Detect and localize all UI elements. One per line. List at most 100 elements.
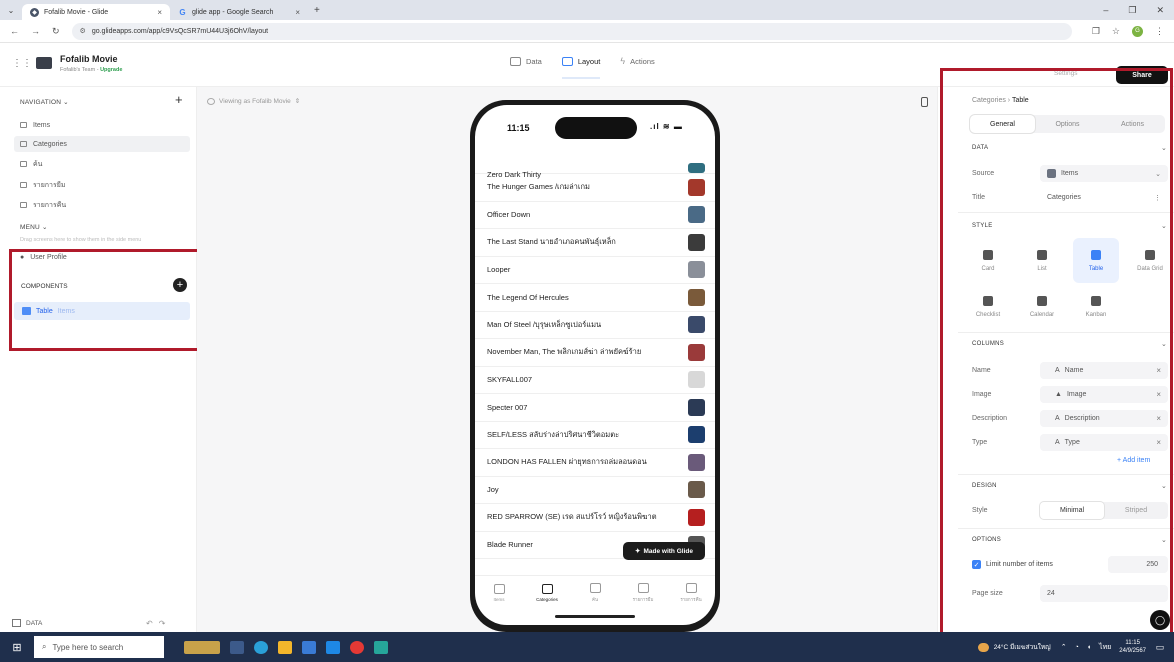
window-close-icon[interactable]: ✕ [1156,5,1164,16]
chrome-icon[interactable] [350,640,364,654]
restore-icon[interactable]: ❐ [1128,5,1136,16]
weather-widget[interactable]: 24°C มีเมฆส่วนใหญ่ [977,642,1051,652]
taskbar-search-input[interactable]: ⌕ Type here to search [34,636,164,658]
network-icon[interactable]: ◔ [1075,644,1079,651]
menu-title[interactable]: MENU ⌄ [20,223,48,231]
nav-icon [589,583,601,593]
made-with-glide-badge[interactable]: ✦ Made with Glide [623,542,705,560]
news-widget-icon[interactable] [184,640,220,654]
movie-title: Zero Dark Thirty [487,170,542,179]
tab-data[interactable]: Data [510,51,542,71]
url-input[interactable]: ⚙ go.glideapps.com/app/c9VsQcSR7mU44U3j6… [71,22,1072,40]
movie-thumbnail [688,206,705,224]
bottom-nav-item[interactable]: Items [475,576,523,610]
taskbar-clock[interactable]: 11:15 24/9/2567 [1119,639,1146,655]
navigation-title[interactable]: NAVIGATION ⌄ [20,98,69,106]
nav-icon [637,583,649,593]
browser-menu-icon[interactable]: ⋮ [1155,26,1164,37]
list-item[interactable]: SKYFALL007 [475,367,715,394]
extensions-icon[interactable]: ❐ [1092,26,1100,37]
windows-start-icon[interactable]: ⊞ [0,641,34,654]
list-icon [20,122,27,128]
reload-icon[interactable]: ↻ [52,26,60,37]
minimize-icon[interactable]: – [1103,5,1108,16]
list-item[interactable]: RED SPARROW (SE) เรด สแปร์โรว์ หญิงร้อนพ… [475,504,715,532]
tab-title: Fofalib Movie - Glide [44,8,109,16]
nav-item-items[interactable]: Items [14,117,190,133]
app-icon[interactable] [374,640,388,654]
app-name[interactable]: Fofalib Movie [60,54,118,64]
movie-thumbnail [688,178,705,196]
address-bar-row: ← → ↻ ⚙ go.glideapps.com/app/c9VsQcSR7mU… [0,20,1174,43]
chevron-up-icon[interactable]: ⌃ [1061,643,1067,651]
add-screen-icon[interactable]: + [175,92,183,107]
nav-item-categories[interactable]: Categories [14,136,190,152]
user-icon [207,97,215,105]
bottom-nav-label: Items [493,597,505,602]
browser-tab-google[interactable]: G glide app - Google Search × [170,4,308,20]
list-item[interactable]: November Man, The พลิกเกมส์ฆ่า ล่าพยัคฆ์… [475,339,715,367]
chevron-updown-icon: ⇕ [294,98,301,105]
bottom-nav-item[interactable]: Categories [523,576,571,610]
site-info-icon[interactable]: ⚙ [80,27,86,35]
nav-item-borrow[interactable]: รายการยืม [14,177,190,193]
store-icon[interactable] [302,640,316,654]
weather-icon [977,642,989,652]
list-item[interactable]: The Legend Of Hercules [475,284,715,312]
file-explorer-icon[interactable] [278,640,292,654]
list-item[interactable]: Joy [475,477,715,504]
bookmark-star-icon[interactable]: ☆ [1112,26,1120,37]
list-item[interactable]: LONDON HAS FALLEN ผ่ายุทธการถล่มลอนดอน [475,449,715,477]
list-item[interactable]: Officer Down [475,202,715,229]
viewing-as-selector[interactable]: Viewing as Fofalib Movie ⇕ [207,97,300,105]
dynamic-island [555,117,637,139]
clock-time: 11:15 [1125,640,1140,646]
nav-item-search[interactable]: ค้น [14,156,190,172]
taskbar-apps [184,640,388,654]
bottom-nav-item[interactable]: รายการยืม [619,576,667,610]
language-indicator[interactable]: ไทย [1099,642,1111,653]
undo-redo-icons[interactable]: ↶↷ [146,619,171,628]
movie-title: Specter 007 [487,402,528,412]
browser-tab-bar: ⌄ ◆ Fofalib Movie - Glide × G glide app … [0,0,1174,20]
bottom-nav-item[interactable]: ค้น [571,576,619,610]
mail-icon[interactable] [326,640,340,654]
list-item[interactable]: Specter 007 [475,394,715,422]
nav-item-label: รายการคืน [33,201,67,209]
google-favicon-icon: G [179,7,186,17]
list-icon [20,202,27,208]
status-icons: .ıl ≋ ▬ [650,122,683,131]
list-item[interactable]: Man Of Steel /บุรุษเหล็กซูเปอร์แมน [475,312,715,339]
movie-title: Joy [487,485,499,495]
forward-icon[interactable]: → [31,26,40,36]
new-tab-icon[interactable]: + [308,5,326,16]
device-toggle-icon[interactable] [921,97,928,107]
made-with-label: Made with Glide [643,547,693,555]
nav-icon [685,583,697,593]
upgrade-link[interactable]: Upgrade [100,67,122,73]
movie-thumbnail [688,481,705,499]
back-icon[interactable]: ← [10,26,19,36]
movie-thumbnail [688,233,705,251]
weather-text: 24°C มีเมฆส่วนใหญ่ [993,644,1051,651]
edge-icon[interactable] [254,640,268,654]
tab-close-icon[interactable]: × [157,8,162,17]
movie-thumbnail [688,316,705,334]
task-view-icon[interactable] [230,640,244,654]
volume-icon[interactable]: ◖ [1087,644,1091,651]
tab-actions[interactable]: ϟ Actions [620,51,654,71]
list-item[interactable]: Looper [475,257,715,284]
bottom-nav-label: Categories [536,597,558,602]
tab-list-dropdown-icon[interactable]: ⌄ [0,6,22,15]
data-footer[interactable]: DATA [12,619,42,627]
browser-tab-glide[interactable]: ◆ Fofalib Movie - Glide × [22,4,170,20]
tab-layout[interactable]: Layout [561,51,600,79]
tab-close-icon[interactable]: × [295,8,300,17]
list-item[interactable]: The Last Stand นายอำเภอคนพันธุ์เหล็ก [475,229,715,257]
nav-item-return[interactable]: รายการคืน [14,197,190,213]
bottom-nav-item[interactable]: รายการคืน [667,576,715,610]
list-item[interactable]: Zero Dark Thirty [475,160,715,179]
list-item[interactable]: SELF/LESS สลับร่างล่าปริศนาชีวิตอมตะ [475,422,715,449]
profile-avatar[interactable]: G [1132,25,1143,37]
notification-icon[interactable]: ▭ [1146,642,1174,653]
